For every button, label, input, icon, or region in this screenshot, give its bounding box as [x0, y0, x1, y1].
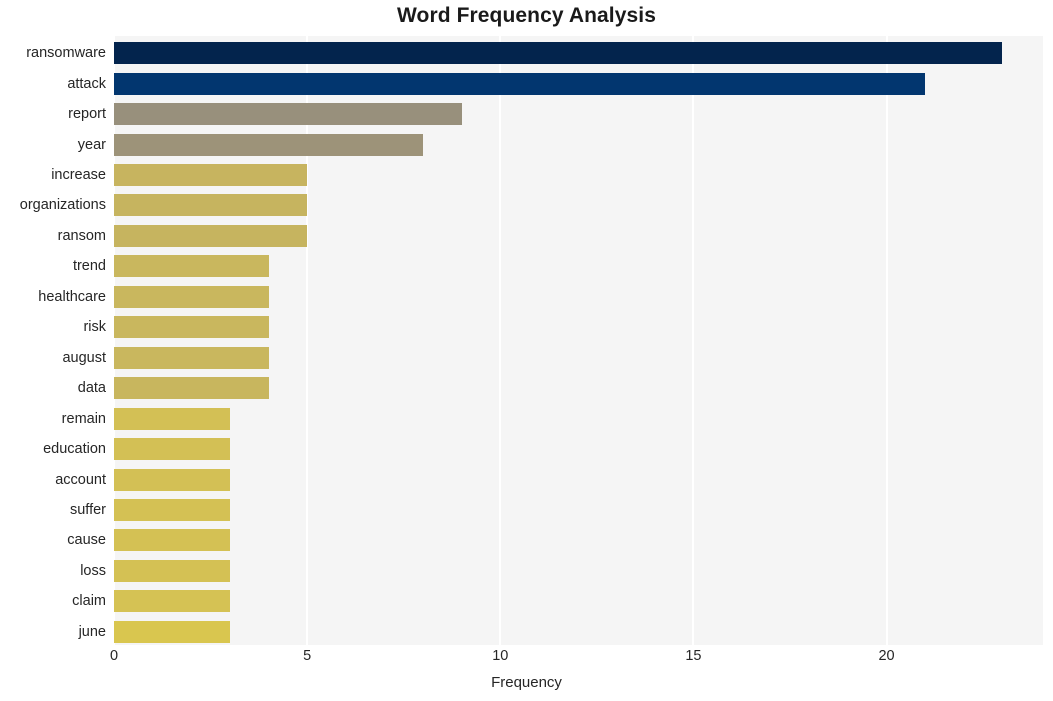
y-tick-label-remain: remain	[61, 410, 106, 427]
bar-account	[114, 468, 230, 491]
y-tick-label-loss: loss	[80, 562, 106, 579]
x-axis-title: Frequency	[491, 674, 562, 691]
x-axis-tick-labels: 0 5 10 15 20	[110, 648, 1043, 670]
bar-cause	[114, 529, 230, 552]
y-tick-label-report: report	[68, 106, 106, 123]
x-tick-label-20: 20	[878, 648, 895, 664]
x-tick-label-5: 5	[303, 648, 312, 664]
bar-ransomware	[114, 42, 1003, 65]
bar-remain	[114, 407, 230, 430]
bar-ransom	[114, 224, 308, 247]
y-tick-label-education: education	[43, 441, 106, 458]
bar-trend	[114, 255, 269, 278]
y-tick-label-data: data	[77, 380, 106, 397]
y-tick-label-june: june	[78, 623, 106, 640]
y-tick-label-organizations: organizations	[19, 197, 106, 214]
x-tick-label-0: 0	[109, 648, 119, 664]
y-tick-label-claim: claim	[72, 593, 106, 610]
chart-title: Word Frequency Analysis	[396, 4, 657, 27]
word-frequency-bar-chart-figure: Word Frequency Analysis ransomware attack…	[0, 0, 1053, 701]
bar-june	[114, 620, 230, 643]
bar-report	[114, 103, 462, 126]
y-tick-label-august: august	[62, 349, 106, 366]
x-tick-label-10: 10	[492, 648, 509, 664]
bar-loss	[114, 559, 230, 582]
bar-august	[114, 346, 269, 369]
y-tick-label-healthcare: healthcare	[38, 288, 106, 305]
y-tick-label-attack: attack	[67, 75, 106, 92]
y-tick-label-account: account	[55, 471, 106, 488]
y-axis-tick-labels: ransomware attack report year increase organi…	[0, 36, 106, 645]
bar-suffer	[114, 498, 230, 521]
bar-healthcare	[114, 285, 269, 308]
y-tick-label-ransom: ransom	[57, 227, 106, 244]
y-tick-label-trend: trend	[72, 258, 106, 275]
bar-attack	[114, 72, 926, 95]
y-tick-label-increase: increase	[51, 167, 106, 184]
bar-increase	[114, 164, 308, 187]
y-tick-label-suffer: suffer	[69, 501, 106, 518]
x-tick-label-15: 15	[685, 648, 702, 664]
bar-education	[114, 438, 230, 461]
y-tick-label-cause: cause	[67, 532, 106, 549]
y-tick-label-risk: risk	[83, 319, 106, 336]
plot-area	[114, 36, 1043, 645]
bars-layer	[114, 36, 1043, 645]
bar-year	[114, 133, 424, 156]
bar-risk	[114, 316, 269, 339]
bar-claim	[114, 590, 230, 613]
bar-organizations	[114, 194, 308, 217]
y-tick-label-ransomware: ransomware	[26, 45, 106, 62]
y-tick-label-year: year	[77, 136, 106, 153]
bar-data	[114, 377, 269, 400]
